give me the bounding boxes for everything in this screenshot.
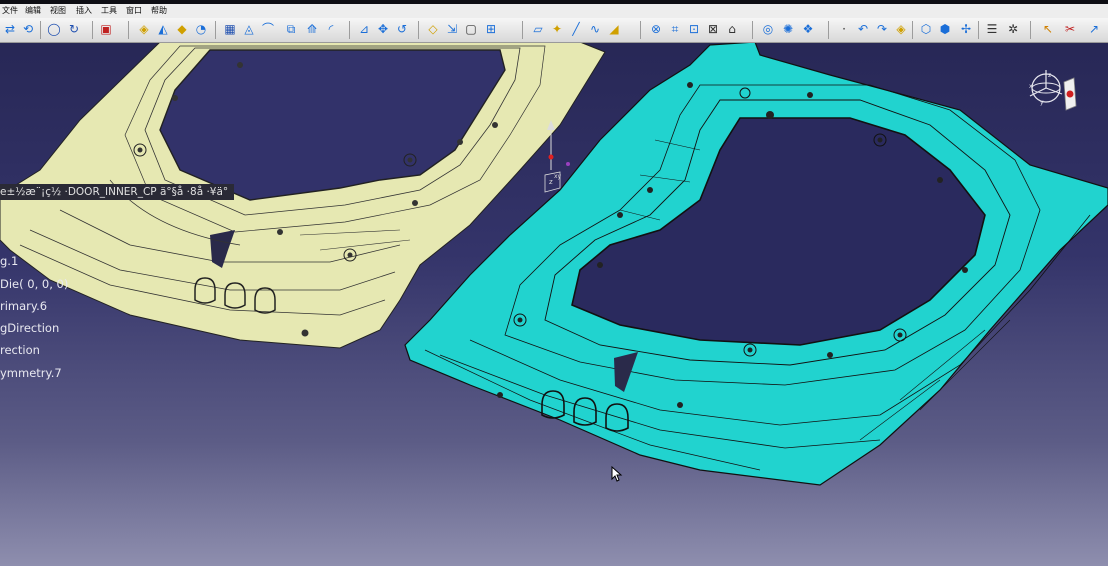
compass-icon[interactable]: x y z bbox=[1024, 68, 1080, 114]
svg-text:z: z bbox=[549, 178, 553, 186]
plane-icon[interactable]: ▱ bbox=[530, 21, 546, 37]
affinity-icon[interactable]: ▢ bbox=[463, 21, 479, 37]
view-icon[interactable]: ◎ bbox=[760, 21, 776, 37]
blend-icon[interactable]: ◆ bbox=[174, 21, 190, 37]
toolbar-separator bbox=[128, 21, 129, 39]
menu-view[interactable]: 视图 bbox=[50, 4, 66, 18]
sweep-icon[interactable]: ◭ bbox=[155, 21, 171, 37]
toolbar: ⇄ ⟲ ◯ ↻ ▣ ◈ ◭ ◆ ◔ ▦ ◬ ⌒ ⧉ ⟰ ◜ ⊿ ✥ ↺ ◇ ⇲ … bbox=[0, 18, 1108, 43]
fit-all-icon[interactable]: ⬡ bbox=[918, 21, 934, 37]
compass-axis-label: x bbox=[1029, 83, 1033, 90]
fillet-icon[interactable]: ◜ bbox=[323, 21, 339, 37]
line-icon[interactable]: ╱ bbox=[568, 21, 584, 37]
tools-icon[interactable]: ✂ bbox=[1062, 21, 1078, 37]
tree-node[interactable]: ymmetry.7 bbox=[0, 366, 62, 380]
tree-root-node[interactable]: e±½æ¨¡ç½ ·DOOR_INNER_CP ä°§å ·8å ·¥ä° bbox=[0, 184, 235, 200]
zoom-icon[interactable]: ⬢ bbox=[937, 21, 953, 37]
settings-icon[interactable]: ✲ bbox=[1005, 21, 1021, 37]
extract-icon[interactable]: ⊡ bbox=[686, 21, 702, 37]
swap-visible-icon[interactable]: ⟲ bbox=[20, 21, 36, 37]
pan-icon[interactable]: ✢ bbox=[958, 21, 974, 37]
toolbar-separator bbox=[349, 21, 350, 39]
symmetry-icon[interactable]: ◇ bbox=[425, 21, 441, 37]
menu-window[interactable]: 窗口 bbox=[126, 4, 142, 18]
menu-tools[interactable]: 工具 bbox=[101, 4, 117, 18]
tree-node[interactable]: g.1 bbox=[0, 254, 18, 268]
toolbar-separator bbox=[92, 21, 93, 39]
tree-node[interactable]: gDirection bbox=[0, 321, 59, 335]
intersect-icon[interactable]: ⊗ bbox=[648, 21, 664, 37]
svg-text:xy: xy bbox=[554, 173, 562, 180]
toolbar-separator bbox=[912, 21, 913, 39]
catalog-icon[interactable]: ❖ bbox=[800, 21, 816, 37]
translate-icon[interactable]: ✥ bbox=[375, 21, 391, 37]
scale-icon[interactable]: ⇲ bbox=[444, 21, 460, 37]
split-icon[interactable]: ◬ bbox=[241, 21, 257, 37]
tree-node[interactable]: rimary.6 bbox=[0, 299, 47, 313]
measure-icon[interactable]: ⊠ bbox=[705, 21, 721, 37]
hide-show-icon[interactable]: ⇄ bbox=[2, 21, 18, 37]
menu-help[interactable]: 帮助 bbox=[151, 4, 167, 18]
properties-icon[interactable]: ☰ bbox=[984, 21, 1000, 37]
draft-icon[interactable]: ⊿ bbox=[356, 21, 372, 37]
surface-icon[interactable]: ◈ bbox=[136, 21, 152, 37]
toolbar-separator bbox=[522, 21, 523, 39]
toolbar-separator bbox=[418, 21, 419, 39]
projection-icon[interactable]: ◢ bbox=[606, 21, 622, 37]
menu-file[interactable]: 文件 bbox=[2, 4, 18, 18]
toolbar-separator bbox=[640, 21, 641, 39]
compass-axis-label: z bbox=[1048, 72, 1051, 79]
join-icon[interactable]: ⧉ bbox=[283, 21, 299, 37]
extrapolate-icon[interactable]: ⌒ bbox=[260, 21, 276, 37]
render-icon[interactable]: ✺ bbox=[780, 21, 796, 37]
tag-icon[interactable]: ◈ bbox=[893, 21, 909, 37]
dot-icon[interactable]: · bbox=[836, 21, 852, 37]
specification-tree: e±½æ¨¡ç½ ·DOOR_INNER_CP ä°§å ·8å ·¥ä° g.… bbox=[0, 180, 260, 390]
curve-icon[interactable]: ∿ bbox=[587, 21, 603, 37]
menu-bar: 文件 编辑 视图 插入 工具 窗口 帮助 bbox=[0, 4, 1108, 18]
tree-node[interactable]: rection bbox=[0, 343, 40, 357]
redo-icon[interactable]: ↷ bbox=[874, 21, 890, 37]
select-icon[interactable]: ↖ bbox=[1040, 21, 1056, 37]
fill-icon[interactable]: ◔ bbox=[193, 21, 209, 37]
grid-icon[interactable]: ⊞ bbox=[483, 21, 499, 37]
toolbar-separator bbox=[1030, 21, 1031, 39]
toolbar-separator bbox=[215, 21, 216, 39]
tree-node[interactable]: Die( 0, 0, 0) bbox=[0, 277, 68, 291]
toolbar-separator bbox=[978, 21, 979, 39]
toolbar-separator bbox=[40, 21, 41, 39]
menu-edit[interactable]: 编辑 bbox=[25, 4, 41, 18]
trim-icon[interactable]: ▦ bbox=[222, 21, 238, 37]
point-icon[interactable]: ✦ bbox=[549, 21, 565, 37]
undo-icon[interactable]: ↶ bbox=[855, 21, 871, 37]
analysis-icon[interactable]: ⌂ bbox=[724, 21, 740, 37]
offset-icon[interactable]: ⟰ bbox=[304, 21, 320, 37]
boundary-icon[interactable]: ⌗ bbox=[667, 21, 683, 37]
menu-insert[interactable]: 插入 bbox=[76, 4, 92, 18]
toolbar-separator bbox=[752, 21, 753, 39]
mouse-pointer-icon bbox=[611, 466, 623, 482]
circle-tool-icon[interactable]: ◯ bbox=[46, 21, 62, 37]
compass-axis-label: y bbox=[1040, 99, 1044, 106]
toolbar-separator bbox=[828, 21, 829, 39]
rotate-icon[interactable]: ↺ bbox=[394, 21, 410, 37]
rotate-tool-icon[interactable]: ↻ bbox=[66, 21, 82, 37]
part-icon[interactable]: ▣ bbox=[98, 21, 114, 37]
help-icon[interactable]: ↗ bbox=[1086, 21, 1102, 37]
